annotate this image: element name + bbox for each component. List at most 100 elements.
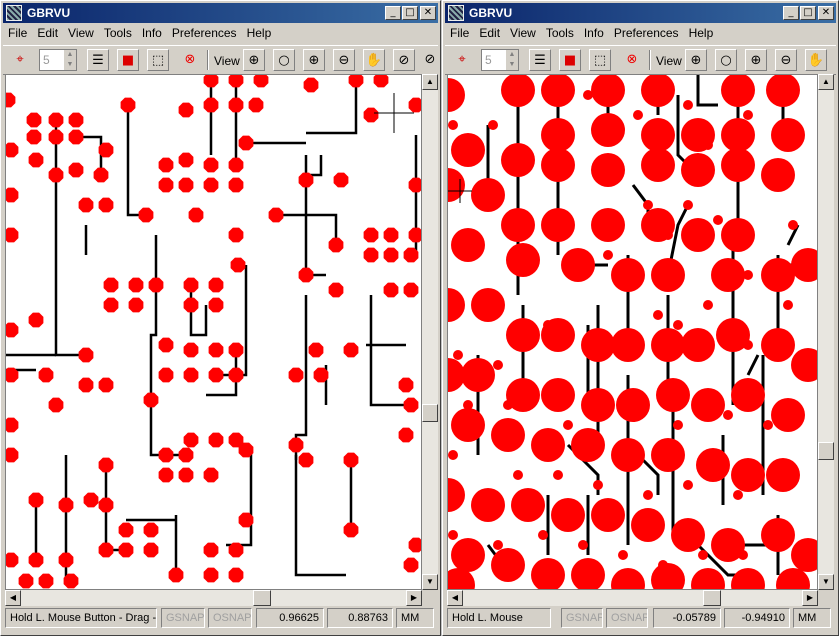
- aperture-filter-icon[interactable]: ⌖: [451, 49, 473, 71]
- via: [453, 350, 463, 360]
- scroll-up-arrow[interactable]: ▲: [818, 74, 834, 90]
- menu-preferences[interactable]: Preferences: [167, 24, 242, 40]
- horizontal-scrollbar[interactable]: ◀ ▶: [5, 590, 422, 606]
- gsnap-indicator[interactable]: GSNAP: [161, 608, 205, 628]
- zoom-extra-button[interactable]: ⊘: [419, 49, 441, 71]
- pad: [681, 328, 715, 362]
- via: [743, 340, 753, 350]
- aperture-filter-icon[interactable]: ⌖: [9, 49, 31, 71]
- zoom-out-button[interactable]: ⊖: [775, 49, 797, 71]
- pan-hand-button[interactable]: ✋: [805, 49, 827, 71]
- scroll-right-arrow[interactable]: ▶: [802, 590, 818, 606]
- pad: [178, 467, 194, 483]
- pad: [541, 75, 575, 107]
- scroll-thumb[interactable]: [422, 404, 438, 422]
- via: [673, 420, 683, 430]
- pad: [248, 97, 264, 113]
- scroll-thumb[interactable]: [818, 442, 834, 460]
- left-titlebar[interactable]: GBRVU _ □ ✕: [3, 3, 438, 23]
- menu-view[interactable]: View: [63, 24, 99, 40]
- minimize-button[interactable]: _: [385, 6, 401, 20]
- menu-info[interactable]: Info: [137, 24, 167, 40]
- scroll-left-arrow[interactable]: ◀: [5, 590, 21, 606]
- spin-up-arrow[interactable]: ▲: [64, 50, 76, 60]
- select-button[interactable]: ⬚: [589, 49, 611, 71]
- spin-down-arrow[interactable]: ▼: [64, 60, 76, 70]
- spin-up-arrow[interactable]: ▲: [506, 50, 518, 60]
- color-button[interactable]: ■: [117, 49, 139, 71]
- pad: [791, 538, 817, 572]
- menu-view[interactable]: View: [505, 24, 541, 40]
- menu-tools[interactable]: Tools: [541, 24, 579, 40]
- layers-button[interactable]: ☰: [87, 49, 109, 71]
- zoom-out-button[interactable]: ⊖: [333, 49, 355, 71]
- osnap-indicator[interactable]: OSNAP: [606, 608, 648, 628]
- zoom-fit-button[interactable]: ○: [715, 49, 737, 71]
- pad: [343, 342, 359, 358]
- osnap-indicator[interactable]: OSNAP: [208, 608, 252, 628]
- spin-down-arrow[interactable]: ▼: [506, 60, 518, 70]
- close-button[interactable]: ✕: [818, 6, 834, 20]
- pad: [238, 135, 254, 151]
- gerber-canvas[interactable]: [447, 74, 818, 590]
- scroll-down-arrow[interactable]: ▼: [818, 574, 834, 590]
- menu-file[interactable]: File: [445, 24, 474, 40]
- menu-info[interactable]: Info: [579, 24, 609, 40]
- menu-help[interactable]: Help: [684, 24, 719, 40]
- select-button[interactable]: ⬚: [147, 49, 169, 71]
- scroll-right-arrow[interactable]: ▶: [406, 590, 422, 606]
- pad: [766, 75, 800, 107]
- x-coordinate: -0.05789: [653, 608, 721, 628]
- menu-edit[interactable]: Edit: [32, 24, 63, 40]
- pad: [208, 367, 224, 383]
- pad: [228, 367, 244, 383]
- vertical-scrollbar[interactable]: ▲ ▼: [422, 74, 438, 590]
- zoom-previous-button[interactable]: ⊘: [393, 49, 415, 71]
- zoom-in-button[interactable]: ⊕: [303, 49, 325, 71]
- toolbar-separator: [649, 50, 651, 70]
- gsnap-indicator[interactable]: GSNAP: [561, 608, 603, 628]
- horizontal-scrollbar[interactable]: ◀ ▶: [447, 590, 818, 606]
- pad: [721, 118, 755, 152]
- layers-button[interactable]: ☰: [529, 49, 551, 71]
- vertical-scrollbar[interactable]: ▲ ▼: [818, 74, 834, 590]
- menu-edit[interactable]: Edit: [474, 24, 505, 40]
- scroll-up-arrow[interactable]: ▲: [422, 74, 438, 90]
- pad: [506, 243, 540, 277]
- via: [783, 300, 793, 310]
- pad: [38, 573, 54, 589]
- maximize-button[interactable]: □: [800, 6, 816, 20]
- scroll-thumb[interactable]: [253, 590, 271, 606]
- stop-icon[interactable]: ⊗: [621, 49, 643, 71]
- zoom-window-button[interactable]: ⊕: [243, 49, 265, 71]
- pad: [6, 142, 19, 158]
- gerber-canvas[interactable]: [5, 74, 422, 590]
- color-button[interactable]: ■: [559, 49, 581, 71]
- scroll-down-arrow[interactable]: ▼: [422, 574, 438, 590]
- pad: [183, 367, 199, 383]
- menu-file[interactable]: File: [3, 24, 32, 40]
- pad: [158, 337, 174, 353]
- pad: [203, 467, 219, 483]
- minimize-button[interactable]: _: [783, 6, 799, 20]
- pan-hand-button[interactable]: ✋: [363, 49, 385, 71]
- pad: [128, 297, 144, 313]
- stop-icon[interactable]: ⊗: [179, 49, 201, 71]
- maximize-button[interactable]: □: [402, 6, 418, 20]
- zoom-in-button[interactable]: ⊕: [745, 49, 767, 71]
- aperture-spinner[interactable]: 5 ▲ ▼: [39, 49, 77, 71]
- pad: [731, 458, 765, 492]
- menu-help[interactable]: Help: [242, 24, 277, 40]
- toolbar-separator: [207, 50, 209, 70]
- window-title: GBRVU: [27, 6, 71, 20]
- scroll-thumb[interactable]: [703, 590, 721, 606]
- right-titlebar[interactable]: GBRVU _ □ ✕: [445, 3, 836, 23]
- close-button[interactable]: ✕: [420, 6, 436, 20]
- aperture-spinner[interactable]: 5 ▲ ▼: [481, 49, 519, 71]
- zoom-fit-button[interactable]: ○: [273, 49, 295, 71]
- menu-tools[interactable]: Tools: [99, 24, 137, 40]
- zoom-window-button[interactable]: ⊕: [685, 49, 707, 71]
- menu-preferences[interactable]: Preferences: [609, 24, 684, 40]
- scroll-left-arrow[interactable]: ◀: [447, 590, 463, 606]
- units-indicator: MM: [793, 608, 831, 628]
